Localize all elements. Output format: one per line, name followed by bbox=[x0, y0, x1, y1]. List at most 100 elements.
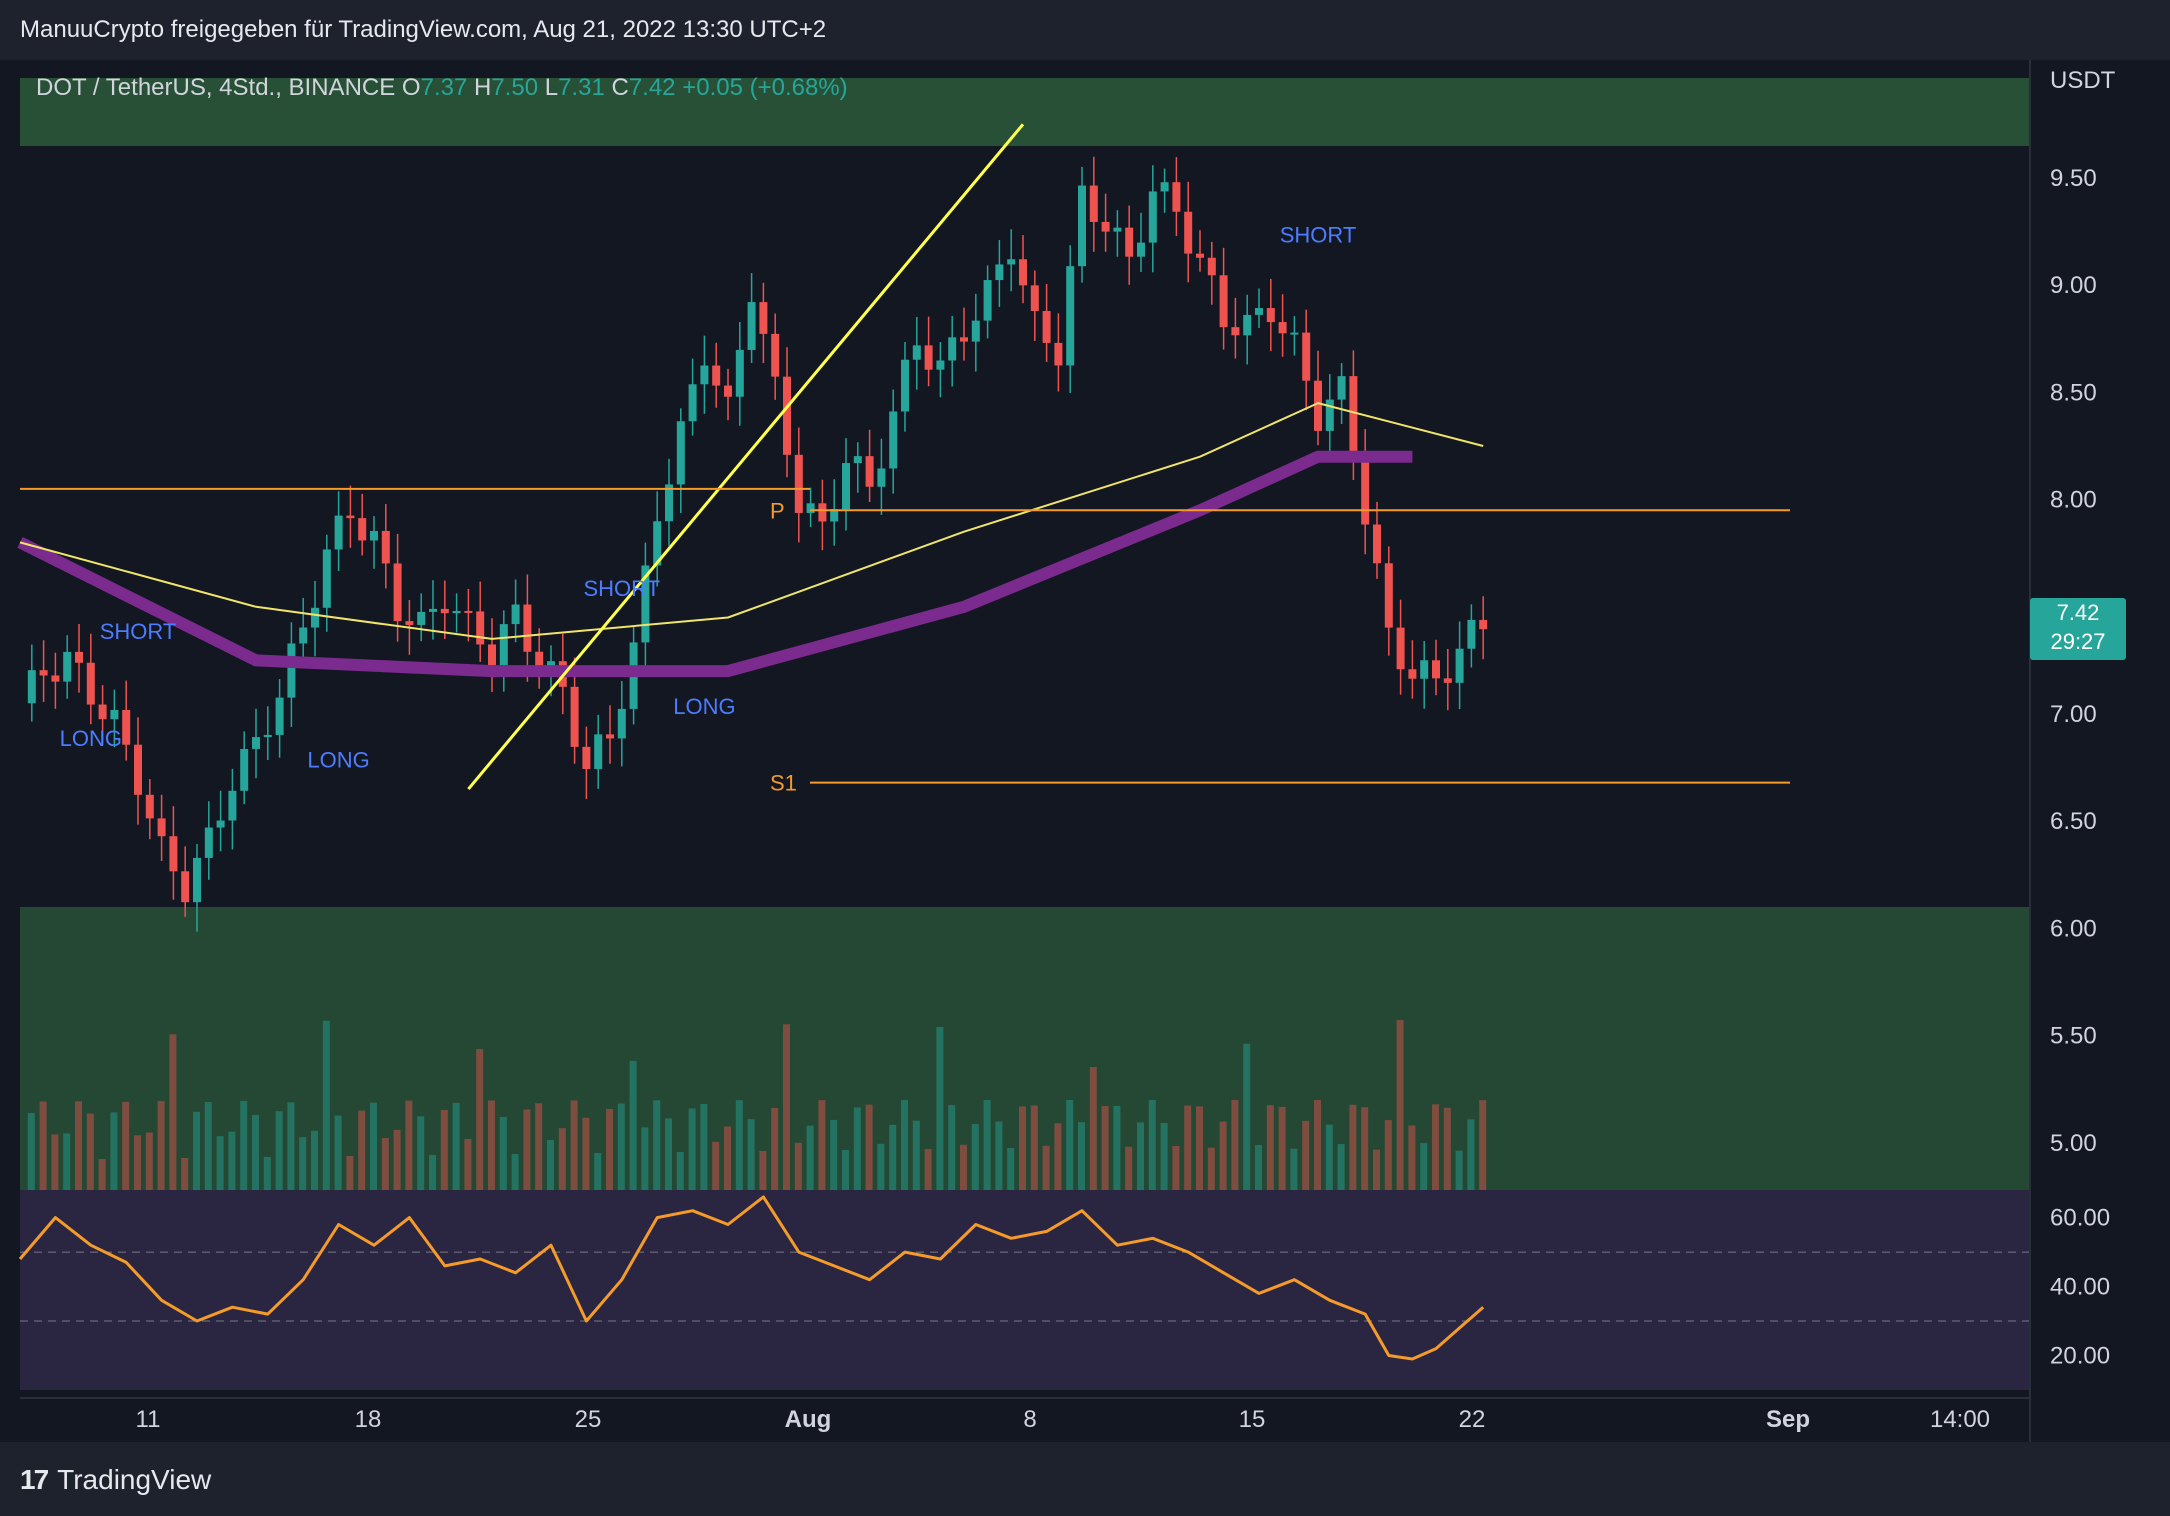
candle-body bbox=[169, 836, 178, 872]
volume-bar bbox=[86, 1113, 94, 1190]
volume-bar bbox=[181, 1157, 189, 1190]
candle-body bbox=[1255, 308, 1263, 315]
candle-body bbox=[724, 385, 732, 397]
candle-body bbox=[452, 610, 461, 614]
candle-body bbox=[606, 734, 614, 739]
candle-body bbox=[381, 530, 390, 564]
volume-bar bbox=[535, 1103, 543, 1190]
candle-body bbox=[747, 302, 756, 350]
rsi-tick-label: 20.00 bbox=[2050, 1343, 2110, 1370]
price-tick-label: 5.50 bbox=[2050, 1023, 2097, 1050]
volume-bar bbox=[240, 1100, 248, 1190]
volume-bar bbox=[334, 1115, 342, 1190]
volume-bar bbox=[582, 1117, 590, 1190]
candle-body bbox=[1266, 308, 1275, 323]
candle-body bbox=[665, 484, 673, 522]
rsi-panel-bg bbox=[20, 1190, 2030, 1390]
volume-bar bbox=[1243, 1043, 1251, 1190]
candle-body bbox=[157, 818, 166, 837]
candle-body bbox=[1408, 669, 1417, 679]
volume-bar bbox=[358, 1110, 366, 1190]
volume-bar bbox=[275, 1111, 283, 1190]
volume-bar bbox=[853, 1107, 861, 1190]
volume-bar bbox=[912, 1120, 920, 1190]
volume-bar bbox=[523, 1109, 531, 1190]
volume-bar bbox=[1325, 1124, 1333, 1190]
ohlc-high-value: 7.50 bbox=[491, 74, 539, 101]
volume-bar bbox=[370, 1102, 377, 1190]
ohlc-high: H7.50 bbox=[474, 74, 545, 101]
volume-bar bbox=[806, 1125, 814, 1190]
volume-bar bbox=[818, 1100, 826, 1190]
volume-bar bbox=[1054, 1123, 1062, 1190]
ohlc-high-label: H bbox=[473, 74, 492, 101]
volume-bar bbox=[676, 1151, 684, 1190]
volume-bar bbox=[1231, 1100, 1239, 1190]
candle-body bbox=[806, 503, 815, 513]
candle-body bbox=[912, 345, 921, 360]
tv-logo-icon: 17 bbox=[20, 1464, 49, 1495]
volume-bar bbox=[311, 1130, 318, 1190]
candle-body bbox=[263, 734, 272, 738]
time-tick-label: 11 bbox=[136, 1406, 161, 1433]
ohlc-open-value: 7.37 bbox=[420, 74, 468, 101]
tradingview-logo[interactable]: 17 TradingView bbox=[20, 1464, 211, 1496]
volume-bar bbox=[712, 1141, 720, 1190]
time-tick-label: 22 bbox=[1459, 1406, 1486, 1433]
volume-bar bbox=[511, 1153, 519, 1190]
candle-body bbox=[853, 456, 862, 464]
chart-canvas[interactable]: P S1 SHORT LONG LONG SHORT LONG SHORT 9.50 9.00 8.… bbox=[0, 0, 2170, 1516]
volume-bar bbox=[1396, 1020, 1404, 1190]
candle-body bbox=[322, 549, 331, 608]
volume-bar bbox=[1207, 1147, 1215, 1190]
volume-bar bbox=[794, 1142, 802, 1190]
volume-bar bbox=[995, 1121, 1003, 1190]
candle-body bbox=[1019, 259, 1027, 286]
candle-body bbox=[39, 670, 48, 676]
volume-bar bbox=[1361, 1107, 1369, 1190]
volume-bar bbox=[1148, 1100, 1156, 1190]
time-tick-label: 14:00 bbox=[1930, 1406, 1990, 1433]
signal-label: SHORT bbox=[583, 576, 660, 601]
ohlc-low-label: L bbox=[544, 74, 559, 101]
volume-bar bbox=[204, 1102, 212, 1190]
candle-body bbox=[476, 611, 485, 645]
volume-bar bbox=[759, 1150, 767, 1190]
price-change: +0.05 (+0.68%) bbox=[682, 74, 848, 101]
volume-bar bbox=[1101, 1106, 1109, 1190]
volume-bar bbox=[169, 1034, 177, 1190]
candle-body bbox=[1219, 275, 1228, 328]
candle-body bbox=[983, 280, 992, 321]
candle-body bbox=[617, 708, 626, 739]
volume-bar bbox=[252, 1114, 259, 1190]
volume-bar bbox=[1420, 1143, 1428, 1190]
candle-body bbox=[1184, 211, 1193, 254]
volume-bar bbox=[1373, 1149, 1380, 1190]
time-tick-label: Aug bbox=[785, 1406, 832, 1433]
candle-body bbox=[181, 871, 190, 903]
volume-bar bbox=[263, 1156, 271, 1190]
volume-bar bbox=[629, 1060, 637, 1190]
candle-body bbox=[594, 734, 603, 769]
volume-bar bbox=[783, 1024, 790, 1190]
candle-body bbox=[145, 794, 154, 819]
ohlc-low-value: 7.31 bbox=[558, 74, 605, 101]
volume-bar bbox=[346, 1155, 354, 1190]
candle-body bbox=[1302, 332, 1311, 381]
candle-body bbox=[877, 468, 886, 487]
volume-bar bbox=[1455, 1150, 1463, 1190]
volume-bar bbox=[688, 1108, 696, 1190]
candle-body bbox=[700, 365, 709, 385]
volume-bar bbox=[983, 1100, 991, 1190]
volume-bar bbox=[641, 1127, 649, 1190]
volume-bar bbox=[1066, 1100, 1074, 1190]
candle-body bbox=[1125, 227, 1134, 257]
volume-bar bbox=[889, 1124, 897, 1190]
volume-bar bbox=[299, 1137, 307, 1190]
candle-body bbox=[346, 515, 355, 519]
candle-body bbox=[1361, 458, 1370, 525]
volume-bar bbox=[700, 1103, 708, 1190]
candle-body bbox=[1042, 310, 1051, 343]
volume-bar bbox=[771, 1107, 779, 1190]
candle-body bbox=[1467, 619, 1476, 649]
